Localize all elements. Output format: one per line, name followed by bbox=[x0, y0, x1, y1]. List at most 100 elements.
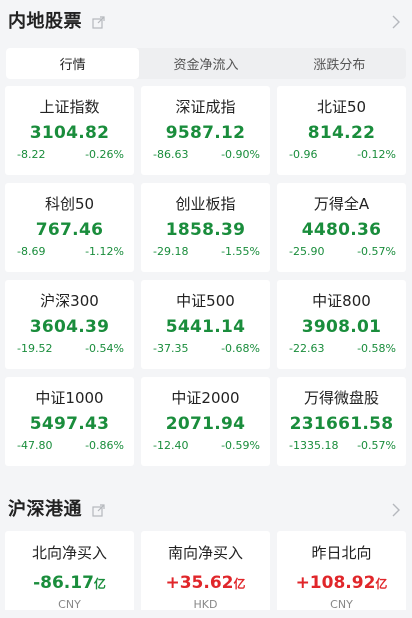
flow-card[interactable]: 昨日北向 +108.92亿 CNY bbox=[277, 531, 406, 618]
index-value: 5441.14 bbox=[165, 317, 246, 337]
index-changes: -22.63 -0.58% bbox=[277, 342, 406, 355]
index-value: 3104.82 bbox=[29, 123, 110, 143]
index-change: -37.35 bbox=[153, 342, 189, 355]
index-change: -47.80 bbox=[17, 439, 53, 452]
index-card[interactable]: 沪深300 3604.39 -19.52 -0.54% bbox=[5, 280, 134, 369]
index-name: 中证1000 bbox=[35, 389, 104, 407]
index-card[interactable]: 中证500 5441.14 -37.35 -0.68% bbox=[141, 280, 270, 369]
index-grid: 上证指数 3104.82 -8.22 -0.26% 深证成指 9587.12 -86.63-… bbox=[5, 86, 407, 466]
flow-name: 北向净买入 bbox=[31, 544, 107, 562]
index-card[interactable]: 中证1000 5497.43 -47.80 -0.86% bbox=[5, 377, 134, 466]
share-icon[interactable] bbox=[92, 14, 105, 29]
index-change: -8.22 bbox=[17, 148, 46, 161]
index-change-pct: -0.58% bbox=[357, 342, 396, 355]
chevron-right-icon[interactable] bbox=[392, 502, 400, 517]
index-change: -12.40 bbox=[153, 439, 189, 452]
index-value: 231661.58 bbox=[289, 414, 394, 434]
mainland-stocks-title: 内地股票 bbox=[8, 11, 82, 32]
index-card[interactable]: 万得全A 4480.36 -25.90 -0.57% bbox=[277, 183, 406, 272]
flow-card[interactable]: 南向净买入 +35.62亿 HKD bbox=[141, 531, 270, 618]
index-change-pct: -0.57% bbox=[357, 245, 396, 258]
tab-distribution[interactable]: 涨跌分布 bbox=[273, 48, 406, 79]
index-card[interactable]: 中证2000 2071.94 -12.40 -0.59% bbox=[141, 377, 270, 466]
index-value: 2071.94 bbox=[165, 414, 246, 434]
index-change-pct: -0.59% bbox=[221, 439, 260, 452]
index-name: 中证2000 bbox=[171, 389, 240, 407]
flow-value: +35.62亿 bbox=[165, 572, 245, 594]
index-change: -22.63 bbox=[289, 342, 325, 355]
index-change: -86.63 bbox=[153, 148, 189, 161]
flow-name: 昨日北向 bbox=[311, 544, 372, 562]
flow-card[interactable]: 北向净买入 -86.17亿 CNY bbox=[5, 531, 134, 618]
index-card[interactable]: 万得微盘股 231661.58 -1335.18 -0.57% bbox=[277, 377, 406, 466]
index-changes: -29.18 -1.55% bbox=[141, 245, 270, 258]
index-changes: -12.40 -0.59% bbox=[141, 439, 270, 452]
index-changes: -19.52 -0.54% bbox=[5, 342, 134, 355]
index-card[interactable]: 科创50 767.46 -8.69 -1.12% bbox=[5, 183, 134, 272]
index-card[interactable]: 深证成指 9587.12 -86.63 -0.90% bbox=[141, 86, 270, 175]
index-change: -0.96 bbox=[289, 148, 318, 161]
index-change: -8.69 bbox=[17, 245, 46, 258]
index-name: 上证指数 bbox=[39, 98, 100, 116]
bottom-edge bbox=[0, 610, 412, 618]
index-change-pct: -0.57% bbox=[357, 439, 396, 452]
index-change-pct: -0.54% bbox=[85, 342, 124, 355]
index-change-pct: -1.12% bbox=[85, 245, 124, 258]
chevron-right-icon[interactable] bbox=[392, 14, 400, 29]
index-value: 1858.39 bbox=[165, 220, 246, 240]
index-name: 深证成指 bbox=[175, 98, 236, 116]
flow-amount: +108.92 bbox=[295, 573, 376, 593]
index-name: 万得微盘股 bbox=[303, 389, 379, 407]
index-change-pct: -0.68% bbox=[221, 342, 260, 355]
index-change: -29.18 bbox=[153, 245, 189, 258]
index-changes: -0.96 -0.12% bbox=[277, 148, 406, 161]
index-card[interactable]: 中证800 3908.01 -22.63 -0.58% bbox=[277, 280, 406, 369]
index-change: -25.90 bbox=[289, 245, 325, 258]
flow-value: +108.92亿 bbox=[296, 572, 388, 594]
index-value: 3604.39 bbox=[29, 317, 110, 337]
index-changes: -86.63 -0.90% bbox=[141, 148, 270, 161]
index-changes: -8.22 -0.26% bbox=[5, 148, 134, 161]
connect-title: 沪深港通 bbox=[8, 499, 82, 520]
flow-unit: 亿 bbox=[93, 577, 106, 591]
index-name: 中证800 bbox=[312, 292, 371, 310]
index-value: 5497.43 bbox=[29, 414, 110, 434]
index-change: -19.52 bbox=[17, 342, 53, 355]
tab-quotes[interactable]: 行情 bbox=[6, 48, 140, 79]
index-value: 4480.36 bbox=[301, 220, 382, 240]
connect-flow-row: 北向净买入 -86.17亿 CNY 南向净买入 +35.62亿 HKD 昨日北向 +108.9… bbox=[5, 531, 407, 618]
share-icon[interactable] bbox=[92, 502, 105, 517]
index-changes: -8.69 -1.12% bbox=[5, 245, 134, 258]
flow-amount: +35.62 bbox=[165, 573, 234, 593]
index-change-pct: -1.55% bbox=[221, 245, 260, 258]
index-change-pct: -0.90% bbox=[221, 148, 260, 161]
index-changes: -37.35 -0.68% bbox=[141, 342, 270, 355]
connect-header[interactable]: 沪深港通 bbox=[0, 488, 412, 528]
index-changes: -47.80 -0.86% bbox=[5, 439, 134, 452]
index-changes: -1335.18 -0.57% bbox=[277, 439, 406, 452]
index-value: 814.22 bbox=[307, 123, 376, 143]
market-tabs: 行情 资金净流入 涨跌分布 bbox=[6, 48, 406, 79]
index-name: 沪深300 bbox=[40, 292, 99, 310]
index-change-pct: -0.86% bbox=[85, 439, 124, 452]
index-name: 中证500 bbox=[176, 292, 235, 310]
index-card[interactable]: 创业板指 1858.39 -29.18 -1.55% bbox=[141, 183, 270, 272]
index-card[interactable]: 上证指数 3104.82 -8.22 -0.26% bbox=[5, 86, 134, 175]
index-name: 万得全A bbox=[313, 195, 370, 213]
index-change: -1335.18 bbox=[289, 439, 339, 452]
index-name: 北证50 bbox=[316, 98, 367, 116]
flow-value: -86.17亿 bbox=[33, 572, 106, 594]
index-value: 3908.01 bbox=[301, 317, 382, 337]
mainland-stocks-header[interactable]: 内地股票 bbox=[0, 0, 412, 40]
index-changes: -25.90 -0.57% bbox=[277, 245, 406, 258]
index-change-pct: -0.26% bbox=[85, 148, 124, 161]
market-overview-page: 内地股票 行情 资金净流入 涨跌分布 上证指数 3104.82 -8.22 -0.26… bbox=[0, 0, 412, 618]
flow-unit: 亿 bbox=[233, 577, 246, 591]
tab-net-inflow[interactable]: 资金净流入 bbox=[139, 48, 272, 79]
flow-unit: 亿 bbox=[375, 577, 388, 591]
index-name: 创业板指 bbox=[175, 195, 236, 213]
flow-name: 南向净买入 bbox=[167, 544, 243, 562]
flow-amount: -86.17 bbox=[33, 573, 94, 593]
index-change-pct: -0.12% bbox=[357, 148, 396, 161]
index-card[interactable]: 北证50 814.22 -0.96 -0.12% bbox=[277, 86, 406, 175]
